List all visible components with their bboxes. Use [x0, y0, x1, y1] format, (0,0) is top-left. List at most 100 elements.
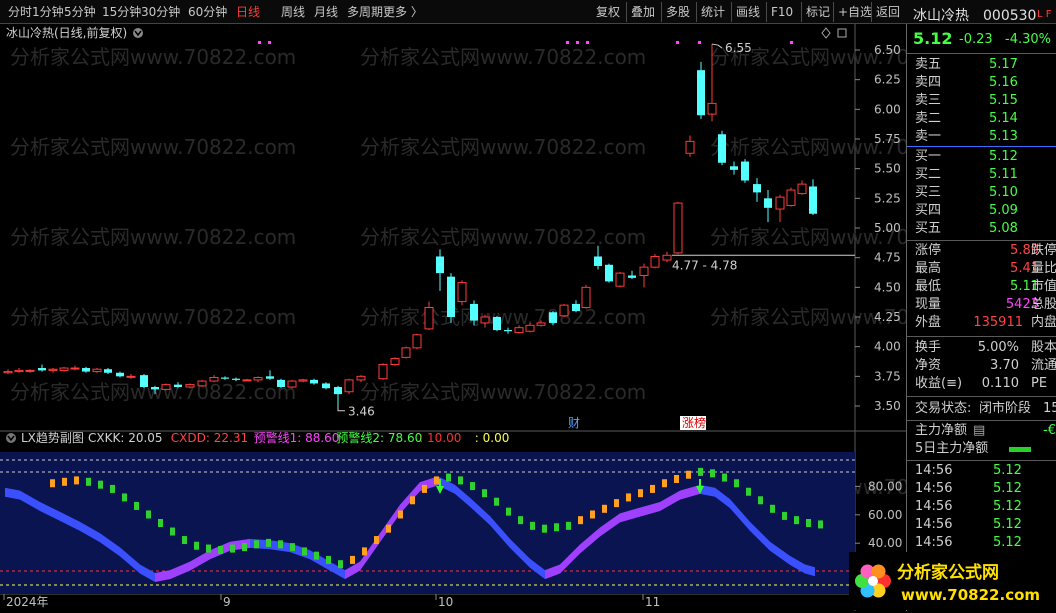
toolbar-button-6[interactable]: 标记	[806, 3, 830, 21]
step-bar	[62, 477, 67, 486]
step-bar	[338, 560, 343, 569]
step-bar	[578, 516, 583, 525]
fundamental-extra: 股本	[1031, 340, 1056, 355]
toolbar-button-1[interactable]: 叠加	[631, 3, 655, 21]
watermark-text: 分析家公式网www.70822.com	[360, 135, 646, 159]
fundamental-value: 3.70	[990, 358, 1019, 373]
buy-level-label: 买五	[915, 221, 942, 236]
price-change-pct: -4.30%	[1005, 32, 1051, 47]
step-bar	[98, 480, 103, 489]
indicator-y-label: 60.00	[868, 508, 902, 522]
candle	[412, 333, 422, 350]
quote-stat-label: 最低	[915, 279, 942, 294]
watermark-text: 分析家公式网www.70822.com	[10, 45, 296, 69]
step-bar	[158, 519, 163, 527]
step-bar	[362, 547, 367, 556]
trade-status-label: 交易状态:	[915, 401, 972, 416]
y-tick-label: 6.25	[874, 73, 901, 87]
toolbar-button-5[interactable]: F10	[771, 3, 793, 21]
chart-title: 冰山冷热(日线,前复权)	[6, 25, 127, 40]
fund-flow-bar	[1009, 447, 1031, 452]
quote-stat-value: 135911	[973, 315, 1023, 330]
candle	[92, 368, 102, 373]
buy-level-price: 5.12	[989, 149, 1018, 164]
candle	[59, 366, 69, 372]
quote-stat-extra: 跌停	[1031, 243, 1056, 258]
step-bar	[530, 521, 535, 530]
signal-dot	[698, 41, 701, 44]
period-tab-0[interactable]: 分时	[8, 3, 32, 21]
event-tag-finance[interactable]: 财	[568, 416, 580, 430]
period-tab-1[interactable]: 1分钟	[32, 3, 64, 21]
signal-dot	[258, 41, 261, 44]
tick-time: 14:56	[915, 499, 953, 514]
tick-time: 14:56	[915, 481, 953, 496]
y-tick-label: 3.75	[874, 369, 901, 383]
step-bar	[686, 470, 691, 479]
buy-level-label: 买二	[915, 167, 942, 182]
indicator-dropdown-icon[interactable]	[6, 433, 16, 443]
period-tab-7[interactable]: 周线	[281, 3, 305, 21]
candle	[650, 254, 660, 269]
step-bar	[434, 476, 439, 485]
candle	[697, 61, 705, 119]
candle	[493, 315, 501, 332]
sell-level-price: 5.17	[989, 57, 1018, 72]
toolbar-button-0[interactable]: 复权	[596, 3, 620, 21]
step-bar	[566, 521, 571, 530]
toolbar-separator	[661, 2, 662, 22]
toolbar-button-7[interactable]: +自选	[838, 3, 872, 21]
period-tab-6[interactable]: 日线	[236, 3, 260, 21]
period-tab-9[interactable]: 多周期	[347, 3, 383, 21]
buy-level-label: 买三	[915, 185, 942, 200]
step-bar	[254, 540, 259, 549]
toolbar-button-8[interactable]: 返回	[876, 3, 900, 21]
sell-level-label: 卖一	[915, 129, 942, 144]
candle	[390, 357, 400, 366]
logo-title: 分析家公式网	[897, 562, 999, 583]
step-bar	[218, 545, 223, 554]
toolbar-separator	[766, 2, 767, 22]
candle	[581, 284, 591, 309]
y-tick-label: 6.50	[874, 43, 901, 57]
stock-name: 冰山冷热	[913, 8, 969, 24]
gap-range-label: 4.77 - 4.78	[672, 258, 737, 272]
toolbar-button-2[interactable]: 多股	[666, 3, 690, 21]
logo-graphic: 分析家公式网 www.70822.com	[855, 562, 1040, 604]
signal-dot	[268, 41, 271, 44]
divider	[907, 53, 1056, 54]
toolbar-separator	[801, 2, 802, 22]
period-tab-5[interactable]: 60分钟	[188, 3, 227, 21]
low-label: 3.46	[348, 405, 375, 419]
toolbar-button-4[interactable]: 画线	[736, 3, 760, 21]
period-tab-2[interactable]: 5分钟	[64, 3, 96, 21]
period-tab-4[interactable]: 30分钟	[141, 3, 180, 21]
indicator-param-3: 预警线2: 78.60	[336, 430, 422, 445]
step-bar	[782, 511, 787, 520]
indicator-background	[0, 452, 855, 594]
buy-level-price: 5.10	[989, 185, 1018, 200]
chart-title-dropdown-icon[interactable]	[133, 28, 143, 38]
toolbar-separator	[731, 2, 732, 22]
step-bar	[422, 484, 427, 493]
chart-area[interactable]: 分析家公式网www.70822.com 分析家公式网www.70822.com 分析…	[0, 24, 906, 611]
sell-level-label: 卖二	[915, 111, 942, 126]
quote-stat-extra: 内盘	[1031, 315, 1056, 330]
toolbar-separator	[696, 2, 697, 22]
period-tab-3[interactable]: 15分钟	[102, 3, 141, 21]
table-icon[interactable]: ▤	[973, 422, 985, 440]
y-tick-label: 6.00	[874, 102, 901, 116]
step-bar	[662, 479, 667, 488]
event-tag-limitup[interactable]: 涨榜	[682, 415, 706, 430]
buy-level-price: 5.09	[989, 203, 1018, 218]
tick-price: 5.12	[993, 481, 1022, 496]
indicator-param-5: : 0.00	[475, 431, 510, 445]
step-bar	[710, 469, 715, 478]
signal-dot	[676, 41, 679, 44]
step-bar	[110, 484, 115, 493]
period-tab-10[interactable]: 更多 〉	[383, 3, 423, 21]
period-tab-8[interactable]: 月线	[314, 3, 338, 21]
toolbar-button-3[interactable]: 统计	[701, 3, 725, 21]
toolbar-separator	[833, 2, 834, 22]
step-bar	[590, 510, 595, 519]
